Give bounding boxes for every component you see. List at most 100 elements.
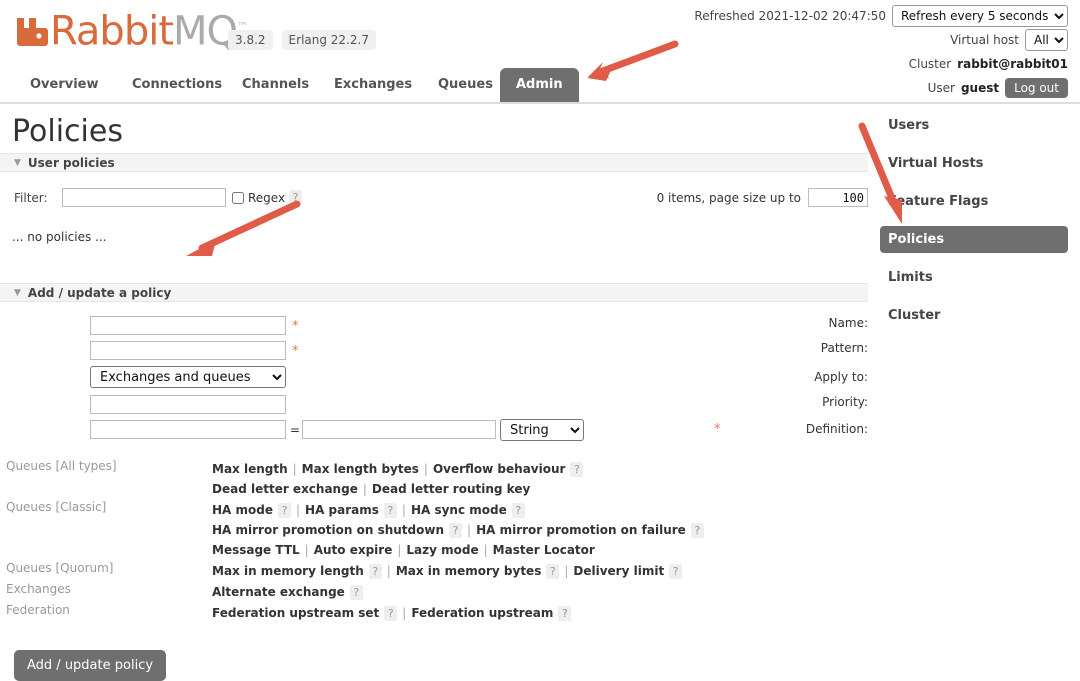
hint-items: HA mode?|HA params?|HA sync mode?HA mirr…	[212, 500, 868, 560]
hint-help-icon[interactable]: ?	[669, 564, 682, 579]
priority-label: Priority:	[786, 395, 868, 409]
regex-label: Regex	[248, 191, 285, 205]
sidebar-item-policies[interactable]: Policies	[880, 226, 1068, 253]
hint-help-icon[interactable]: ?	[278, 503, 291, 518]
sidebar-item-virtual-hosts[interactable]: Virtual Hosts	[880, 150, 1068, 177]
section-user-policies-title: User policies	[28, 156, 115, 170]
hint-link[interactable]: Max in memory length	[212, 564, 364, 578]
form-row-priority: Priority:	[0, 395, 868, 420]
hint-line: HA mode?|HA params?|HA sync mode?	[212, 500, 868, 520]
hint-link[interactable]: Max length	[212, 462, 288, 476]
hint-link[interactable]: Federation upstream	[411, 606, 553, 620]
regex-help-icon[interactable]: ?	[289, 190, 302, 205]
hint-link[interactable]: Master Locator	[493, 543, 595, 557]
priority-control	[90, 395, 286, 414]
hint-link[interactable]: Alternate exchange	[212, 585, 345, 599]
collapse-triangle-icon: ▼	[14, 158, 21, 168]
hint-link[interactable]: Max length bytes	[302, 462, 419, 476]
section-user-policies-header[interactable]: ▼ User policies	[0, 153, 868, 172]
rabbitmq-logo[interactable]: RabbitMQ™	[14, 8, 247, 50]
definition-value-input[interactable]	[302, 420, 496, 439]
section-add-policy-header[interactable]: ▼ Add / update a policy	[0, 283, 868, 302]
hint-separator: |	[402, 606, 406, 620]
vhost-select[interactable]: All	[1025, 29, 1068, 51]
filter-input[interactable]	[62, 188, 226, 207]
hint-link[interactable]: HA mirror promotion on shutdown	[212, 523, 444, 537]
tab-exchanges[interactable]: Exchanges	[318, 68, 428, 102]
hint-line: Federation upstream set? | Federation upst…	[212, 603, 868, 623]
section-add-policy: ▼ Add / update a policy Name: * Pattern:…	[0, 283, 868, 681]
hint-line: Alternate exchange?	[212, 582, 868, 602]
hint-link[interactable]: HA mirror promotion on failure	[476, 523, 686, 537]
hint-separator: |	[564, 564, 568, 578]
hint-help-icon[interactable]: ?	[546, 564, 559, 579]
hint-help-icon[interactable]: ?	[384, 503, 397, 518]
form-row-apply-to: Apply to: Exchanges and queues	[0, 366, 868, 395]
hint-help-icon[interactable]: ?	[691, 523, 704, 538]
form-row-name: Name: *	[0, 316, 868, 341]
sidebar-item-feature-flags[interactable]: Feature Flags	[880, 188, 1068, 215]
definition-type-select[interactable]: String	[500, 419, 584, 441]
page-header: RabbitMQ™ 3.8.2 Erlang 22.2.7 Refreshed …	[0, 0, 1080, 104]
sidebar-item-users[interactable]: Users	[880, 112, 1068, 139]
tab-connections[interactable]: Connections	[116, 68, 238, 102]
refreshed-timestamp: Refreshed 2021-12-02 20:47:50	[694, 9, 886, 23]
erlang-version-badge: Erlang 22.2.7	[282, 30, 376, 50]
hint-link[interactable]: Auto expire	[314, 543, 393, 557]
hint-link[interactable]: Delivery limit	[573, 564, 664, 578]
sidebar-item-cluster[interactable]: Cluster	[880, 302, 1068, 329]
pattern-label: Pattern:	[786, 341, 868, 355]
hint-help-icon[interactable]: ?	[570, 462, 583, 477]
page-size-input[interactable]	[808, 188, 868, 207]
section-add-policy-title: Add / update a policy	[28, 286, 171, 300]
apply-to-label: Apply to:	[786, 370, 868, 384]
tab-channels[interactable]: Channels	[226, 68, 325, 102]
hint-link[interactable]: Federation upstream set	[212, 606, 379, 620]
main-content: Policies ▼ User policies Filter: Regex ?…	[0, 104, 868, 681]
version-badge: 3.8.2	[228, 30, 273, 50]
hint-separator: |	[402, 503, 406, 517]
hint-help-icon[interactable]: ?	[449, 523, 462, 538]
hint-line: Dead letter exchange|Dead letter routing…	[212, 479, 868, 499]
pager-text: 0 items, page size up to	[657, 191, 801, 205]
hint-items: Alternate exchange?	[212, 582, 868, 602]
hint-link[interactable]: Message TTL	[212, 543, 300, 557]
pattern-input[interactable]	[90, 341, 286, 360]
hint-link[interactable]: Dead letter exchange	[212, 482, 358, 496]
hint-link[interactable]: Lazy mode	[406, 543, 478, 557]
regex-checkbox[interactable]	[232, 192, 244, 204]
hint-help-icon[interactable]: ?	[558, 606, 571, 621]
hint-link[interactable]: HA sync mode	[411, 503, 507, 517]
hint-link[interactable]: HA mode	[212, 503, 273, 517]
hint-help-icon[interactable]: ?	[369, 564, 382, 579]
hint-row: Queues [All types]Max length|Max length …	[0, 459, 868, 499]
form-row-definition: Definition: = String *	[0, 420, 868, 448]
definition-key-input[interactable]	[90, 420, 286, 439]
hint-separator: |	[387, 564, 391, 578]
apply-to-control: Exchanges and queues	[90, 366, 286, 388]
hint-category: Queues [Classic]	[0, 500, 120, 514]
admin-sidebar: Users Virtual Hosts Feature Flags Policies L…	[880, 112, 1080, 340]
tab-overview[interactable]: Overview	[14, 68, 115, 102]
name-input[interactable]	[90, 316, 286, 335]
apply-to-select[interactable]: Exchanges and queues	[90, 366, 286, 388]
hint-link[interactable]: HA params	[305, 503, 379, 517]
hint-help-icon[interactable]: ?	[384, 606, 397, 621]
definition-required-mark: *	[714, 422, 721, 437]
tab-admin[interactable]: Admin	[500, 68, 579, 102]
refresh-interval-select[interactable]: Refresh every 5 seconds	[892, 5, 1068, 27]
hint-help-icon[interactable]: ?	[350, 585, 363, 600]
hint-link[interactable]: Dead letter routing key	[372, 482, 530, 496]
hint-items: Max in memory length? | Max in memory byte…	[212, 561, 868, 581]
hint-category: Queues [All types]	[0, 459, 120, 473]
sidebar-item-limits[interactable]: Limits	[880, 264, 1068, 291]
hint-line: HA mirror promotion on shutdown?|HA mirr…	[212, 520, 868, 540]
add-update-policy-button[interactable]: Add / update policy	[14, 650, 166, 681]
hint-help-icon[interactable]: ?	[512, 503, 525, 518]
hint-link[interactable]: Max in memory bytes	[396, 564, 542, 578]
name-control: *	[90, 316, 299, 335]
tab-queues[interactable]: Queues	[422, 68, 509, 102]
priority-input[interactable]	[90, 395, 286, 414]
filter-row: Filter: Regex ? 0 items, page size up to	[0, 186, 868, 216]
hint-link[interactable]: Overflow behaviour	[433, 462, 566, 476]
